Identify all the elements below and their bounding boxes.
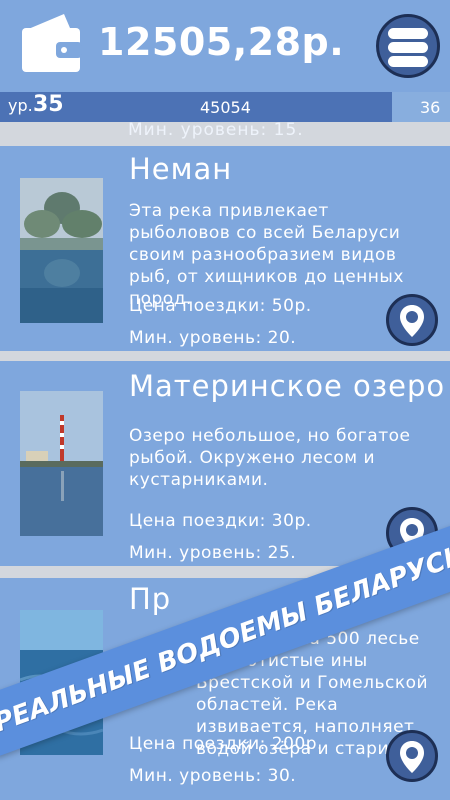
min-level: Мин. уровень: 20. [129,328,297,348]
level-progress-bar: ур. 35 45054 36 [0,92,450,122]
menu-button[interactable] [376,14,440,78]
location-photo [20,391,103,536]
next-level-value: 36 [420,98,441,117]
min-level: Мин. уровень: 30. [129,766,297,786]
location-pin-icon [400,305,424,337]
go-to-location-button[interactable] [386,294,438,346]
location-title: Неман [129,152,233,186]
experience-value: 45054 [200,98,251,117]
trip-price: Цена поездки: 200р. [129,734,323,754]
hamburger-icon [388,28,428,39]
top-bar: 12505,28р. [0,0,450,92]
location-title: Материнское озеро [129,369,446,403]
location-description: Эта река привлекает рыболовов со всей Бе… [129,201,404,309]
trip-price: Цена поездки: 30р. [129,511,312,531]
location-pin-icon [400,741,424,773]
level-prefix: ур. [8,96,33,115]
location-card-materinskoe[interactable]: Материнское озеро Озеро небольшое, но бо… [0,361,450,566]
balance-amount: 12505,28р. [98,20,345,64]
location-description: Озеро небольшое, но богатое рыбой. Окруж… [129,426,411,490]
location-card-neman[interactable]: Неман Эта река привлекает рыболовов со в… [0,146,450,351]
wallet-icon [20,12,84,74]
level-value: 35 [33,92,64,117]
location-photo [20,178,103,323]
min-level: Мин. уровень: 25. [129,543,297,563]
trip-price: Цена поездки: 50р. [129,296,312,316]
location-title: Пр [129,582,172,616]
previous-card-level: Мин. уровень: 15. [128,122,304,140]
go-to-location-button[interactable] [386,730,438,782]
